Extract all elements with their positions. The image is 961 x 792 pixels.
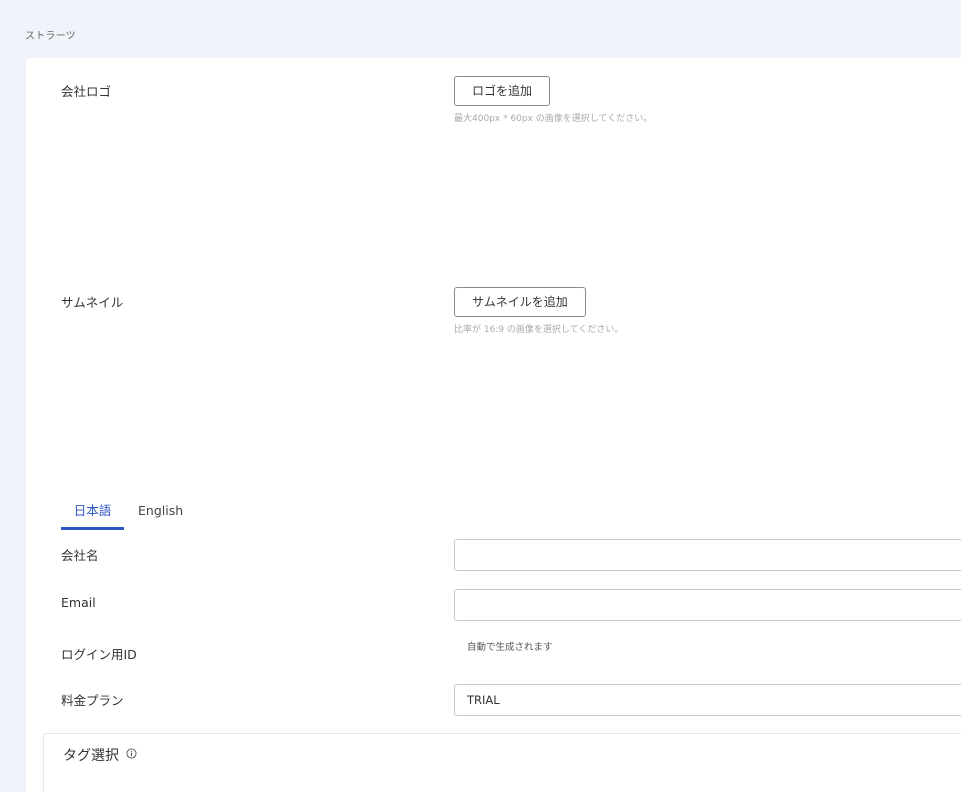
breadcrumb: ストラーツ (25, 31, 76, 42)
form-card: 会社ロゴ ロゴを追加 最大400px * 60px の画像を選択してください。 … (26, 58, 961, 792)
plan-label: 料金プラン (61, 693, 124, 708)
tab-english[interactable]: English (138, 502, 183, 527)
email-label: Email (61, 595, 96, 610)
info-icon[interactable] (126, 748, 137, 759)
company-name-label: 会社名 (61, 548, 99, 563)
company-name-input[interactable] (454, 539, 961, 571)
thumbnail-label: サムネイル (61, 295, 124, 310)
language-tabs: 日本語 English (61, 502, 261, 530)
tag-selection-panel: タグ選択 (43, 733, 961, 792)
company-logo-label: 会社ロゴ (61, 84, 112, 99)
tag-selection-title: タグ選択 (63, 748, 119, 764)
add-logo-button[interactable]: ロゴを追加 (454, 76, 551, 106)
plan-select[interactable]: TRIAL (454, 684, 961, 716)
logo-hint: 最大400px * 60px の画像を選択してください。 (454, 114, 653, 124)
login-id-value: 自動で生成されます (467, 642, 553, 653)
login-id-label: ログイン用ID (61, 647, 137, 662)
page: ストラーツ 会社ロゴ ロゴを追加 最大400px * 60px の画像を選択して… (0, 0, 961, 792)
thumbnail-hint: 比率が 16:9 の画像を選択してください。 (454, 325, 624, 335)
email-input[interactable] (454, 589, 961, 621)
add-thumbnail-button[interactable]: サムネイルを追加 (454, 287, 586, 317)
tab-japanese[interactable]: 日本語 (61, 502, 124, 530)
